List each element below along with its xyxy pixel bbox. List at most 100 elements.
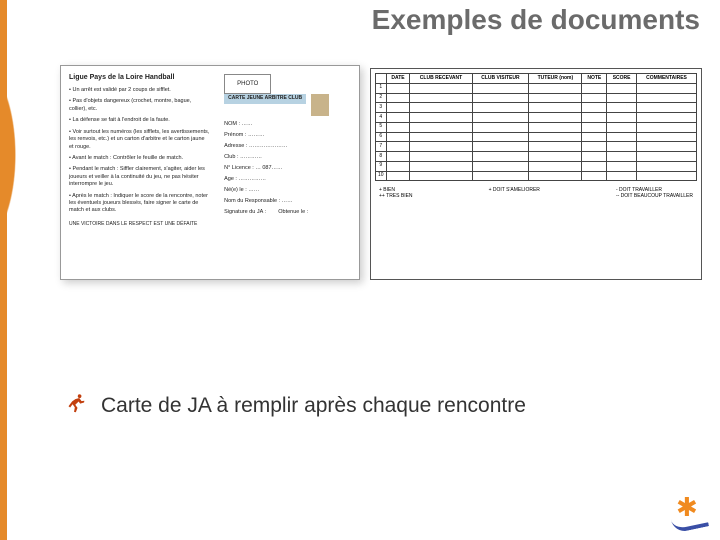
table-cell [472, 161, 529, 171]
rule-item: Pendant le match : Siffler clairement, s… [69, 166, 210, 188]
table-cell [607, 122, 637, 132]
col-note: NOTE [582, 74, 607, 84]
table-cell [582, 122, 607, 132]
table-cell [410, 132, 472, 142]
rule-item: La défense se fait à l'endroit de la fau… [69, 117, 210, 124]
table-cell [529, 122, 582, 132]
table-cell [472, 132, 529, 142]
table-cell [386, 122, 410, 132]
log-table: DATE CLUB RECEVANT CLUB VISITEUR TUTEUR … [375, 73, 697, 181]
table-cell [637, 83, 697, 93]
rule-item: Un arrêt est validé par 2 coups de siffl… [69, 87, 210, 94]
table-row: 8 [376, 152, 697, 162]
table-cell [472, 113, 529, 123]
table-row: 7 [376, 142, 697, 152]
col-commentaires: COMMENTAIRES [637, 74, 697, 84]
table-cell [386, 171, 410, 181]
card-type-label: CARTE JEUNE ARBITRE CLUB [224, 94, 306, 104]
rule-item: Pas d'objets dangereux (crochet, montre,… [69, 98, 210, 113]
table-cell [637, 93, 697, 103]
table-cell [472, 171, 529, 181]
row-number: 2 [376, 93, 387, 103]
main-bullet-row: Carte de JA à remplir après chaque renco… [65, 392, 526, 420]
slide-title: Exemples de documents [372, 4, 700, 36]
table-cell [637, 113, 697, 123]
table-cell [529, 152, 582, 162]
table-cell [410, 171, 472, 181]
table-cell [607, 171, 637, 181]
table-cell [637, 161, 697, 171]
col-date: DATE [386, 74, 410, 84]
table-row: 3 [376, 103, 697, 113]
table-cell [529, 103, 582, 113]
field-club: Club : ………… [224, 154, 351, 160]
league-name: Ligue Pays de la Loire Handball [69, 74, 210, 81]
table-cell [472, 93, 529, 103]
table-cell [472, 142, 529, 152]
field-nom: NOM : …… [224, 121, 351, 127]
legend-improve: + DOIT S'AMELIORER [489, 187, 540, 199]
sidebar-curve [0, 55, 42, 255]
rule-item: Après le match : Indiquer le score de la… [69, 193, 210, 215]
table-cell [529, 161, 582, 171]
field-age: Age : …………… [224, 176, 351, 182]
table-header-row: DATE CLUB RECEVANT CLUB VISITEUR TUTEUR … [376, 74, 697, 84]
rule-item: Avant le match : Contrôler le feuille de… [69, 155, 210, 162]
legend-work: - DOIT TRAVAILLER -- DOIT BEAUCOUP TRAVA… [616, 187, 693, 199]
table-cell [410, 93, 472, 103]
table-cell [410, 142, 472, 152]
table-cell [582, 113, 607, 123]
table-cell [386, 93, 410, 103]
row-number: 9 [376, 161, 387, 171]
table-cell [529, 132, 582, 142]
photo-placeholder: PHOTO [224, 74, 271, 94]
table-row: 5 [376, 122, 697, 132]
col-score: SCORE [607, 74, 637, 84]
table-cell [607, 83, 637, 93]
table-cell [607, 103, 637, 113]
field-licence: N° Licence : … 087…… [224, 165, 351, 171]
table-cell [529, 83, 582, 93]
table-cell [582, 132, 607, 142]
table-cell [637, 152, 697, 162]
table-cell [386, 113, 410, 123]
table-row: 9 [376, 161, 697, 171]
table-cell [529, 142, 582, 152]
table-cell [410, 161, 472, 171]
table-cell [410, 113, 472, 123]
table-cell [637, 171, 697, 181]
table-cell [529, 171, 582, 181]
table-cell [637, 142, 697, 152]
row-number: 6 [376, 132, 387, 142]
table-cell [386, 142, 410, 152]
field-naissance: Né(e) le : …… [224, 187, 351, 193]
table-cell [410, 83, 472, 93]
match-log-table: DATE CLUB RECEVANT CLUB VISITEUR TUTEUR … [370, 68, 702, 280]
table-cell [607, 132, 637, 142]
table-row: 6 [376, 132, 697, 142]
field-prenom: Prénom : ……… [224, 132, 351, 138]
field-responsable: Nom du Responsable : …… [224, 198, 351, 204]
table-cell [472, 83, 529, 93]
table-cell [582, 171, 607, 181]
table-cell [607, 142, 637, 152]
signature-label: Signature du JA : [224, 209, 266, 215]
table-cell [582, 103, 607, 113]
table-row: 2 [376, 93, 697, 103]
table-cell [607, 161, 637, 171]
referee-card-document: Ligue Pays de la Loire Handball Un arrêt… [60, 65, 360, 280]
table-cell [582, 142, 607, 152]
referee-illustration-icon [311, 94, 329, 116]
table-cell [582, 161, 607, 171]
table-cell [410, 152, 472, 162]
table-cell [637, 132, 697, 142]
slide: Exemples de documents Ligue Pays de la L… [0, 0, 720, 540]
main-bullet-text: Carte de JA à remplir après chaque renco… [101, 394, 526, 418]
row-number: 1 [376, 83, 387, 93]
row-number: 10 [376, 171, 387, 181]
row-number: 8 [376, 152, 387, 162]
table-row: 1 [376, 83, 697, 93]
col-club-recevant: CLUB RECEVANT [410, 74, 472, 84]
table-cell [637, 103, 697, 113]
table-cell [607, 93, 637, 103]
